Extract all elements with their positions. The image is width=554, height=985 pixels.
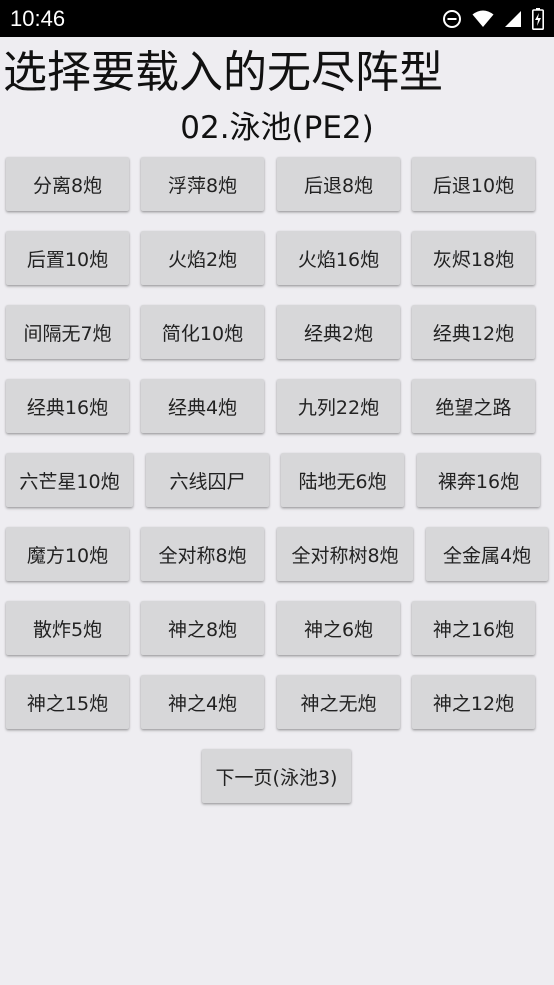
formation-button[interactable]: 魔方10炮	[6, 527, 129, 581]
formation-button[interactable]: 经典2炮	[277, 305, 400, 359]
formation-button[interactable]: 经典16炮	[6, 379, 129, 433]
do-not-disturb-icon	[442, 9, 462, 29]
formation-button[interactable]: 后退8炮	[277, 157, 400, 211]
formation-button[interactable]: 全对称树8炮	[277, 527, 413, 581]
formation-button[interactable]: 简化10炮	[141, 305, 264, 359]
formation-button[interactable]: 灰烬18炮	[412, 231, 535, 285]
formation-button[interactable]: 神之15炮	[6, 675, 129, 729]
status-icons	[442, 7, 544, 31]
formation-button[interactable]: 后置10炮	[6, 231, 129, 285]
formation-button[interactable]: 间隔无7炮	[6, 305, 129, 359]
formation-button[interactable]: 神之6炮	[277, 601, 400, 655]
formation-button[interactable]: 经典4炮	[141, 379, 264, 433]
formation-button[interactable]: 全对称8炮	[141, 527, 264, 581]
formation-button[interactable]: 神之无炮	[277, 675, 400, 729]
formation-button[interactable]: 神之16炮	[412, 601, 535, 655]
formation-button[interactable]: 火焰2炮	[141, 231, 264, 285]
formation-button[interactable]: 九列22炮	[277, 379, 400, 433]
wifi-icon	[472, 10, 494, 28]
status-bar: 10:46	[0, 0, 554, 37]
page-subtitle: 02.泳池(PE2)	[180, 110, 374, 146]
formation-button[interactable]: 六线囚尸	[146, 453, 269, 507]
formation-button[interactable]: 神之8炮	[141, 601, 264, 655]
formation-button[interactable]: 六芒星10炮	[6, 453, 133, 507]
next-page-button[interactable]: 下一页(泳池3)	[202, 749, 351, 803]
signal-icon	[504, 10, 522, 28]
formation-button[interactable]: 裸奔16炮	[417, 453, 540, 507]
formation-button[interactable]: 陆地无6炮	[281, 453, 404, 507]
formation-button[interactable]: 散炸5炮	[6, 601, 129, 655]
formation-button[interactable]: 神之12炮	[412, 675, 535, 729]
formation-button[interactable]: 火焰16炮	[277, 231, 400, 285]
status-time: 10:46	[10, 6, 66, 31]
formation-button[interactable]: 经典12炮	[412, 305, 535, 359]
formation-button[interactable]: 浮萍8炮	[141, 157, 264, 211]
formation-button[interactable]: 绝望之路	[412, 379, 535, 433]
formation-button[interactable]: 神之4炮	[141, 675, 264, 729]
formation-button[interactable]: 分离8炮	[6, 157, 129, 211]
formation-button[interactable]: 后退10炮	[412, 157, 535, 211]
battery-charging-icon	[532, 8, 544, 30]
page-title: 选择要载入的无尽阵型	[3, 47, 443, 98]
formation-button[interactable]: 全金属4炮	[426, 527, 548, 581]
